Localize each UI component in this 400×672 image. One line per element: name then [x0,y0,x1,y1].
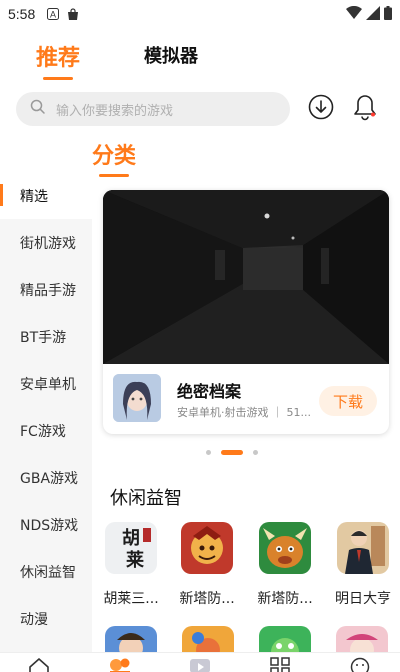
banner-game-meta: 安卓单机·射击游戏 ｜ 51... [177,406,311,419]
battery-icon [384,6,392,24]
banner-screenshot [103,190,389,364]
status-icons [346,5,392,24]
search-placeholder: 输入你要搜索的游戏 [56,103,174,119]
community-icon [108,657,132,672]
nav-video[interactable] [188,657,212,672]
sidebar-item-bt[interactable]: BT手游 [0,313,92,360]
game-label: 新塔防... [179,591,235,607]
game-label: 明日大亨 [335,591,391,607]
sidebar-item-arcade[interactable]: 街机游戏 [0,219,92,266]
sidebar-item-label: 休闲益智 [20,564,76,581]
game-icon [337,522,389,574]
sidebar-item-android-offline[interactable]: 安卓单机 [0,360,92,407]
svg-text:A: A [50,10,56,20]
tab-recommend-label: 推荐 [36,46,81,71]
search-icon [30,99,46,119]
sidebar-item-gba[interactable]: GBA游戏 [0,454,92,501]
sidebar-item-label: 安卓单机 [20,376,76,393]
signal-icon [366,6,380,24]
carousel-indicator [206,450,258,455]
sidebar-item-label: 街机游戏 [20,235,76,252]
featured-game-banner[interactable]: 绝密档案 安卓单机·射击游戏 ｜ 51... 下载 [103,190,389,434]
section-title: 分类 [92,138,137,177]
banner-info: 绝密档案 安卓单机·射击游戏 ｜ 51... 下载 [103,364,389,434]
svg-text:胡: 胡 [122,527,140,549]
apps-icon [270,657,290,672]
status-time: 5:58 [8,6,36,22]
sidebar-item-anime[interactable]: 动漫 [0,595,92,642]
game-icon [181,522,233,574]
sidebar-item-label: 精品手游 [20,282,76,299]
status-bar: 5:58 A [0,0,400,28]
svg-text:莱: 莱 [126,549,144,571]
tab-emulator-label: 模拟器 [144,46,198,67]
download-icon [308,94,334,124]
tab-active-indicator [43,77,73,80]
game-item[interactable]: 新塔防... [250,522,320,608]
profile-icon [350,657,370,672]
category-sidebar: 精选 街机游戏 精品手游 BT手游 安卓单机 FC游戏 GBA游戏 NDS游戏 … [0,172,92,652]
game-label: 胡莱三... [103,591,159,607]
carousel-dot[interactable] [253,450,258,455]
sidebar-item-featured[interactable]: 精选 [0,172,92,219]
sidebar-item-label: NDS游戏 [20,517,79,534]
nav-home[interactable] [27,657,51,672]
section-title-label: 分类 [92,144,137,169]
sidebar-item-label: 动漫 [20,611,48,628]
game-label: 新塔防... [257,591,313,607]
sidebar-item-label: BT手游 [20,329,67,346]
bell-icon [352,93,378,125]
home-icon [28,657,50,672]
notifications-button[interactable] [350,94,380,124]
game-item[interactable]: 新塔防... [172,522,242,608]
sidebar-item-fc[interactable]: FC游戏 [0,407,92,454]
wifi-icon [346,5,362,24]
nav-community[interactable] [108,657,132,672]
game-item[interactable]: 明日大亨 [328,522,398,608]
nav-profile[interactable] [348,657,372,672]
sidebar-item-casual-puzzle[interactable]: 休闲益智 [0,548,92,595]
tab-emulator[interactable]: 模拟器 [144,42,198,68]
section-title-indicator [99,174,129,177]
carousel-dot-active[interactable] [221,450,243,455]
carousel-dot[interactable] [206,450,211,455]
sidebar-item-premium-mobile[interactable]: 精品手游 [0,266,92,313]
shopping-bag-icon [67,7,79,21]
sidebar-item-label: GBA游戏 [20,470,79,487]
top-tabs: 推荐 模拟器 [0,36,400,80]
tab-recommend[interactable]: 推荐 [36,40,81,80]
sidebar-item-label: 精选 [20,188,48,205]
download-manager-button[interactable] [306,94,336,124]
search-input[interactable]: 输入你要搜索的游戏 [16,92,290,126]
game-thumbnail [113,374,161,422]
game-icon [259,522,311,574]
game-item[interactable]: 胡 莱 胡莱三... [96,522,166,608]
notification-a-icon: A [47,8,60,20]
sidebar-item-nds[interactable]: NDS游戏 [0,501,92,548]
sidebar-item-label: FC游戏 [20,423,66,440]
download-button[interactable]: 下载 [319,386,377,416]
video-icon [189,657,211,672]
bottom-navigation [0,652,400,672]
category-heading: 休闲益智 [110,488,182,509]
nav-apps[interactable] [268,657,292,672]
game-icon: 胡 莱 [105,522,157,574]
banner-game-title: 绝密档案 [177,382,242,401]
